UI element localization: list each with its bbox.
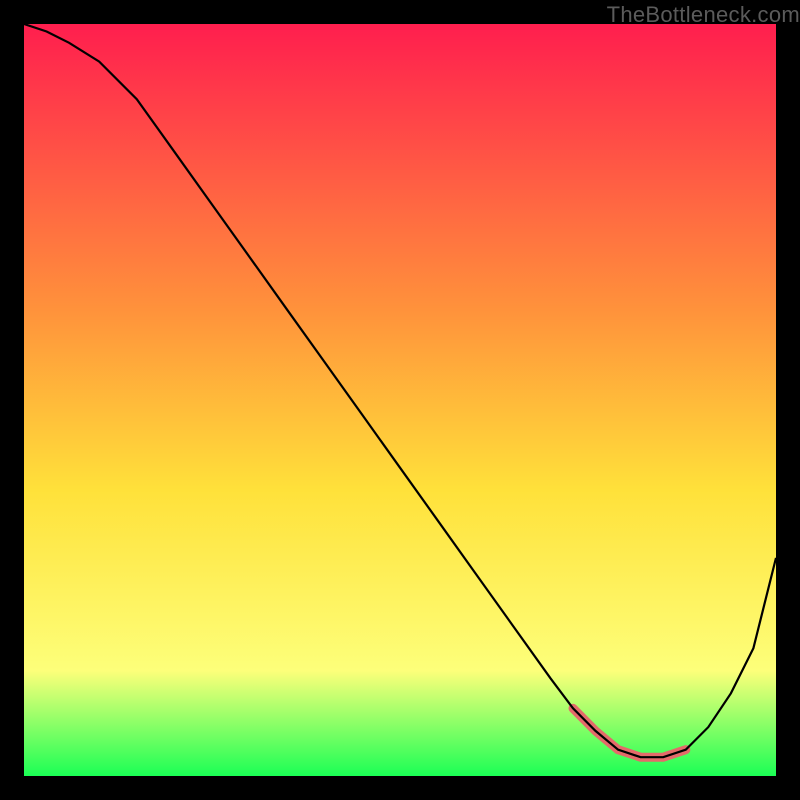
watermark-text: TheBottleneck.com — [607, 2, 800, 28]
gradient-background — [24, 24, 776, 776]
bottleneck-chart — [24, 24, 776, 776]
chart-frame — [24, 24, 776, 776]
